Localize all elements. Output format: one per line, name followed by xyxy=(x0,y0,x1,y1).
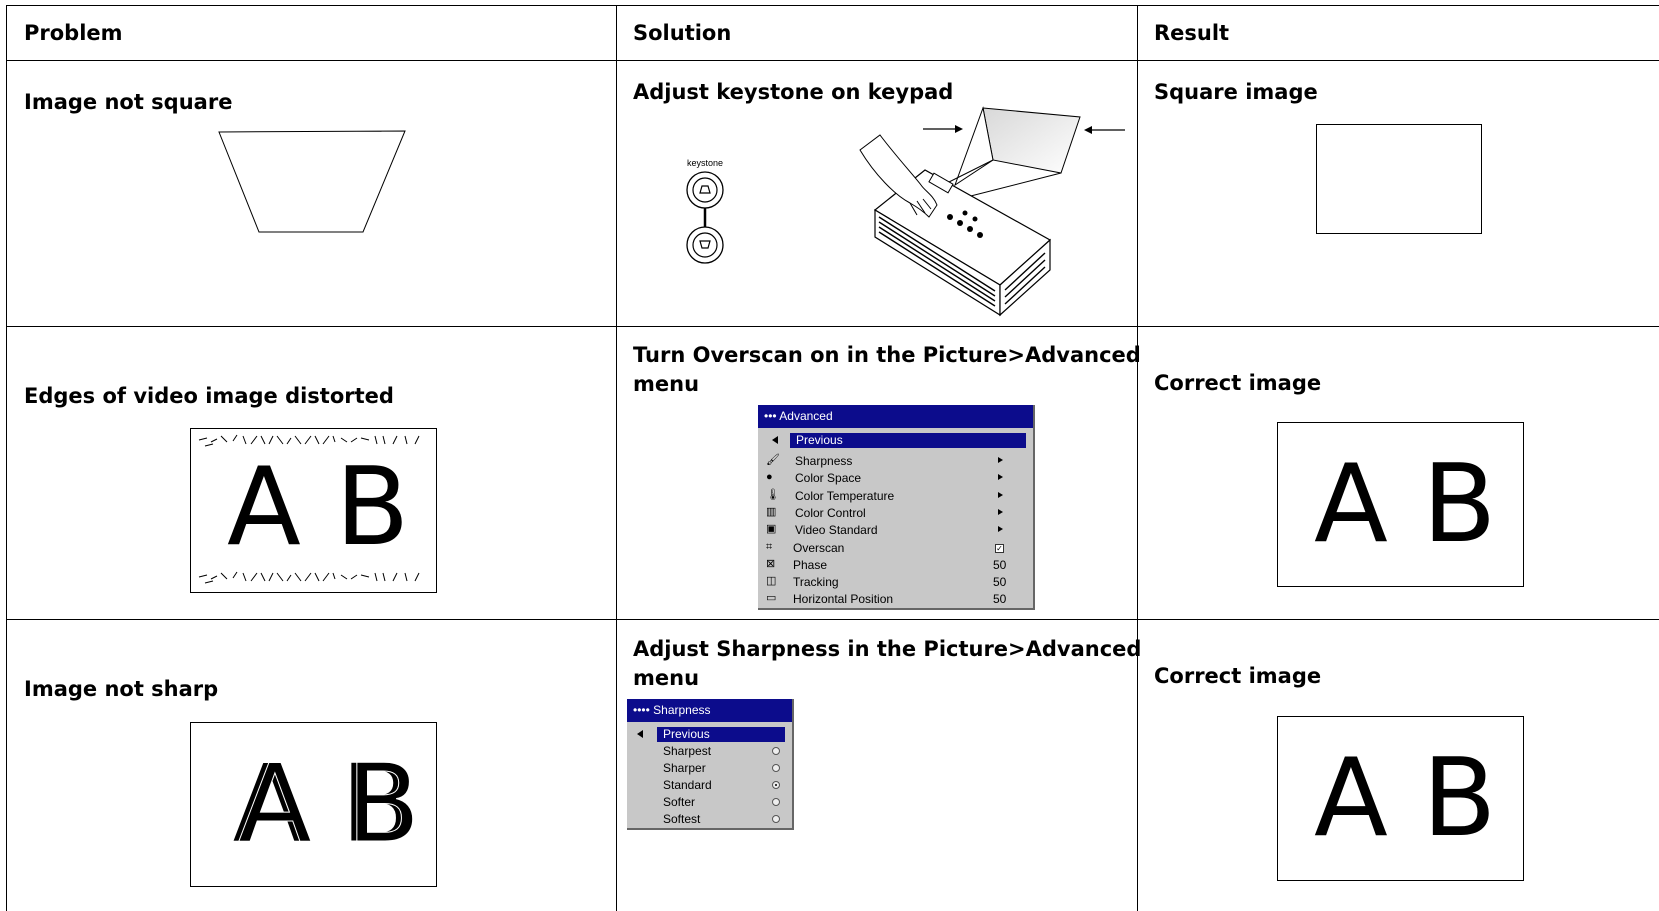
paintbrush-icon: 🖌 xyxy=(766,454,780,466)
sharpness-radio[interactable] xyxy=(772,798,780,806)
advanced-menu-item-value: 50 xyxy=(993,557,1007,572)
row1-problem-text: Image not square xyxy=(24,90,233,114)
sharpness-option-label: Sharper xyxy=(663,761,706,775)
sharpness-option[interactable]: Standard xyxy=(627,777,792,793)
submenu-arrow-icon xyxy=(998,526,1003,533)
correct-letters-row2: A B xyxy=(1314,442,1497,567)
advanced-menu-item-value: 50 xyxy=(993,575,1007,590)
advanced-menu-item-label: Tracking xyxy=(793,575,839,590)
projector-illustration xyxy=(859,106,1125,317)
sharpness-option-label: Softest xyxy=(663,812,701,826)
correct-image-row3: A B xyxy=(1277,716,1524,881)
header-result: Result xyxy=(1154,21,1230,45)
keystoned-trapezoid-image xyxy=(218,130,406,233)
back-arrow-icon[interactable] xyxy=(772,436,778,444)
correct-image-row2: A B xyxy=(1277,422,1524,587)
header-divider xyxy=(6,60,1659,61)
row3-solution-line2: menu xyxy=(633,666,700,690)
horizontal-position-icon: ▭ xyxy=(766,592,777,605)
advanced-menu-item[interactable]: ⌗ Overscan ✓ xyxy=(758,540,1033,556)
advanced-menu-item[interactable]: ▭ Horizontal Position 50 xyxy=(758,591,1033,607)
keypad-label: keystone xyxy=(687,158,724,168)
tracking-icon: ◫ xyxy=(766,575,777,588)
sharpness-radio[interactable] xyxy=(772,747,780,755)
advanced-menu-item-label: Phase xyxy=(793,557,828,572)
column-divider-1 xyxy=(616,5,617,911)
color-dots-icon: ● xyxy=(766,471,773,484)
advanced-menu-item[interactable]: 🌡 Color Temperature xyxy=(758,488,1033,504)
overscan-checkbox[interactable]: ✓ xyxy=(995,543,1004,553)
blurred-letters-front: A B xyxy=(237,742,421,867)
row3-result-text: Correct image xyxy=(1154,664,1322,688)
advanced-menu-title: ••• Advanced xyxy=(758,405,1033,428)
header-solution: Solution xyxy=(633,21,732,45)
row3-solution-text: Adjust Sharpness in the Picture>Advanced… xyxy=(633,635,1141,693)
advanced-menu-item[interactable]: ▣ Video Standard xyxy=(758,522,1033,538)
distortion-noise-bottom xyxy=(198,571,420,584)
back-arrow-icon[interactable] xyxy=(637,730,643,738)
thermometer-icon: 🌡 xyxy=(766,488,780,501)
distorted-letters: A B xyxy=(227,445,410,570)
advanced-menu-item-label: Horizontal Position xyxy=(793,592,894,607)
advanced-menu-item-label: Color Temperature xyxy=(795,488,895,503)
sharpness-radio[interactable] xyxy=(772,764,780,772)
sharpness-option[interactable]: Softer xyxy=(627,794,792,810)
advanced-menu-item[interactable]: ● Color Space xyxy=(758,470,1033,486)
sharpness-option[interactable]: Sharpest xyxy=(627,743,792,759)
sharpness-option-label: Sharpest xyxy=(663,744,712,758)
sharpness-menu: •••• Sharpness Previous Sharpest Sharper S… xyxy=(627,699,794,830)
sharpness-menu-previous[interactable]: Previous xyxy=(657,727,785,742)
correct-letters-row3: A B xyxy=(1314,736,1497,861)
sharpness-option-label: Softer xyxy=(663,795,696,809)
row-divider-1 xyxy=(6,326,1659,327)
sharpness-radio[interactable] xyxy=(772,781,780,789)
sharpness-option[interactable]: Softest xyxy=(627,811,792,827)
row1-result-text: Square image xyxy=(1154,80,1318,104)
row2-problem-text: Edges of video image distorted xyxy=(24,384,394,408)
submenu-arrow-icon xyxy=(998,491,1003,498)
row2-solution-text: Turn Overscan on in the Picture>Advanced… xyxy=(633,341,1141,399)
submenu-arrow-icon xyxy=(998,508,1003,515)
square-image xyxy=(1316,124,1482,234)
overscan-icon: ⌗ xyxy=(766,540,773,553)
table-border-left xyxy=(6,5,7,911)
sharpness-radio[interactable] xyxy=(772,815,780,823)
keystone-keypad xyxy=(686,171,724,264)
submenu-arrow-icon xyxy=(998,474,1003,481)
advanced-menu-item-label: Color Control xyxy=(795,505,866,520)
advanced-menu-previous[interactable]: Previous xyxy=(790,433,1026,448)
row3-problem-text: Image not sharp xyxy=(24,677,219,701)
advanced-menu-item-label: Sharpness xyxy=(795,454,853,468)
sharpness-menu-title: •••• Sharpness xyxy=(627,699,792,722)
submenu-arrow-icon xyxy=(998,457,1003,463)
row2-result-text: Correct image xyxy=(1154,371,1322,395)
advanced-menu: ••• Advanced Previous 🖌 Sharpness ● Color S… xyxy=(758,405,1035,610)
column-divider-2 xyxy=(1137,5,1138,911)
header-problem: Problem xyxy=(24,21,123,45)
row1-solution-text: Adjust keystone on keypad xyxy=(633,80,954,104)
advanced-menu-item-label: Overscan xyxy=(793,540,845,555)
blurred-image: A B A B xyxy=(190,722,437,887)
advanced-menu-item[interactable]: ◫ Tracking 50 xyxy=(758,574,1033,590)
advanced-menu-item[interactable]: ▥ Color Control xyxy=(758,505,1033,521)
sharpness-option[interactable]: Sharper xyxy=(627,760,792,776)
advanced-menu-item[interactable]: 🖌 Sharpness xyxy=(758,453,1033,469)
table-border-top xyxy=(6,5,1659,6)
row2-solution-line1: Turn Overscan on in the Picture>Advanced xyxy=(633,343,1141,367)
row3-solution-line1: Adjust Sharpness in the Picture>Advanced xyxy=(633,637,1142,661)
color-bars-icon: ▥ xyxy=(766,505,777,518)
distorted-video-image: A B xyxy=(190,428,437,593)
advanced-menu-item-label: Video Standard xyxy=(795,523,878,538)
sharpness-option-label: Standard xyxy=(663,778,712,792)
troubleshooting-table: Problem Solution Result Image not square… xyxy=(0,0,1659,911)
advanced-menu-item-value: 50 xyxy=(993,592,1007,607)
video-standard-icon: ▣ xyxy=(766,523,777,536)
row-divider-2 xyxy=(6,619,1659,620)
phase-icon: ⊠ xyxy=(766,557,776,570)
advanced-menu-item[interactable]: ⊠ Phase 50 xyxy=(758,557,1033,573)
row2-solution-line2: menu xyxy=(633,372,700,396)
advanced-menu-item-label: Color Space xyxy=(795,471,862,486)
